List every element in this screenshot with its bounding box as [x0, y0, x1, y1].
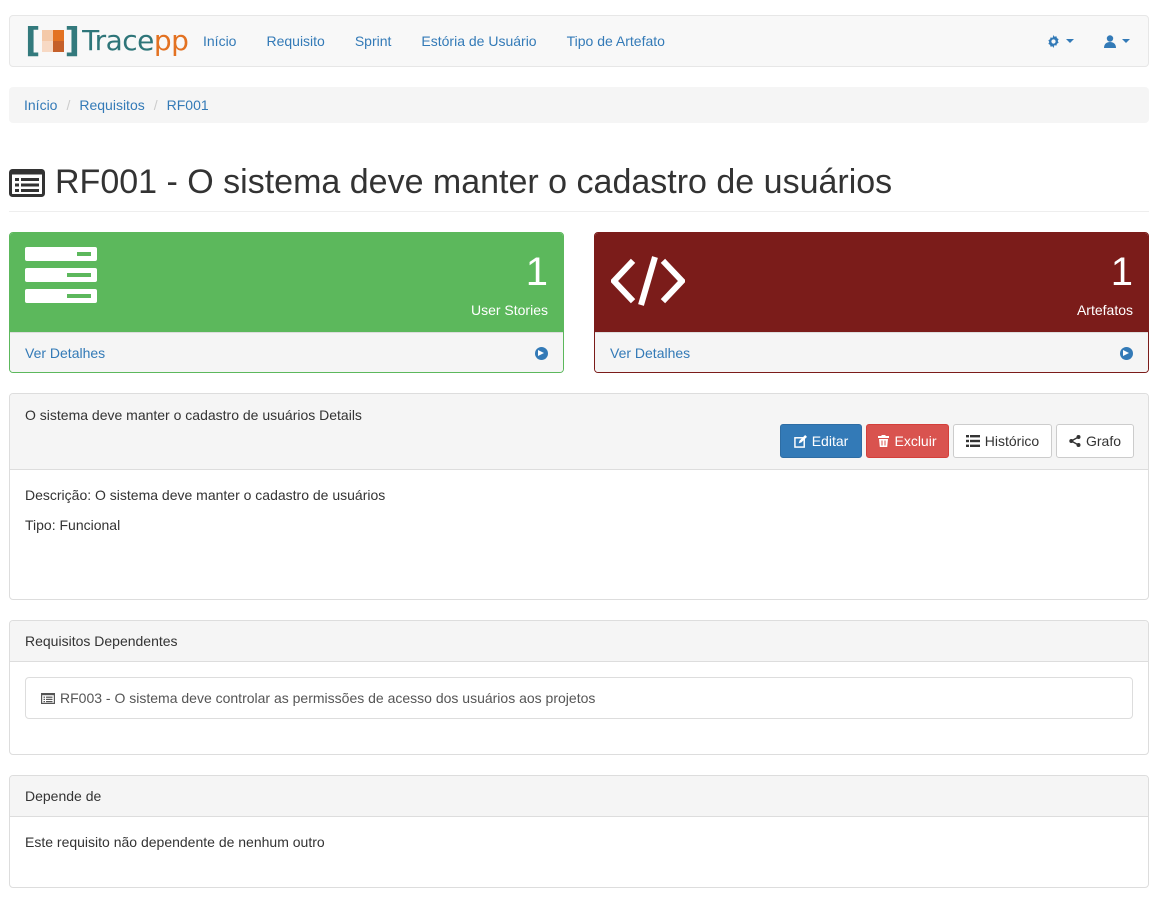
edit-button-label: Editar	[811, 433, 849, 449]
gear-icon	[1048, 34, 1059, 48]
page-title: RF001 - O sistema deve manter o cadastro…	[55, 163, 893, 201]
brand-logo[interactable]: [ ] Tracepp	[25, 21, 189, 61]
nav-link-estoria[interactable]: Estória de Usuário	[406, 16, 551, 66]
history-button-label: Histórico	[984, 433, 1040, 449]
code-icon	[611, 256, 685, 306]
user-stories-count: 1	[525, 250, 548, 294]
trash-icon	[878, 435, 890, 447]
depends-on-heading-text: Depende de	[25, 788, 102, 804]
delete-button-label: Excluir	[894, 433, 937, 449]
share-alt-icon	[1069, 435, 1081, 447]
breadcrumb-separator: /	[153, 97, 158, 113]
brand-bracket-close: ]	[64, 21, 81, 61]
breadcrumb: Início / Requisitos / RF001	[9, 87, 1149, 123]
details-panel-body: Descrição: O sistema deve manter o cadas…	[10, 470, 1148, 599]
user-dropdown[interactable]	[1104, 34, 1130, 48]
dependents-heading-text: Requisitos Dependentes	[25, 633, 178, 649]
user-icon	[1104, 34, 1116, 48]
chevron-down-icon	[1122, 39, 1130, 43]
artefatos-panel: 1 Artefatos Ver Detalhes	[594, 232, 1149, 373]
nav-right	[1047, 16, 1130, 66]
edit-icon	[793, 434, 807, 448]
dependents-panel-body: RF003 - O sistema deve controlar as perm…	[10, 662, 1148, 754]
list-alt-icon	[9, 169, 45, 197]
breadcrumb-item-inicio[interactable]: Início	[24, 97, 57, 113]
list-alt-icon	[41, 692, 55, 704]
chevron-down-icon	[1066, 39, 1074, 43]
page-header: RF001 - O sistema deve manter o cadastro…	[9, 160, 1149, 212]
graph-button[interactable]: Grafo	[1056, 424, 1134, 458]
depends-on-panel-body: Este requisito não dependente de nenhum …	[10, 817, 1148, 887]
brand-mark-icon	[41, 30, 64, 52]
history-button[interactable]: Histórico	[953, 424, 1052, 458]
settings-dropdown[interactable]	[1047, 34, 1074, 48]
dependents-panel-heading: Requisitos Dependentes	[10, 621, 1148, 662]
details-panel: O sistema deve manter o cadastro de usuá…	[9, 393, 1149, 600]
arrow-circle-right-icon	[1120, 346, 1133, 360]
nav-link-sprint[interactable]: Sprint	[340, 16, 407, 66]
nav-link-requisito[interactable]: Requisito	[251, 16, 339, 66]
brand-name-part1: Trace	[82, 24, 154, 57]
brand-name: Tracepp	[82, 22, 189, 60]
delete-button[interactable]: Excluir	[866, 424, 949, 458]
user-stories-details-link[interactable]: Ver Detalhes	[25, 345, 105, 361]
dependents-panel: Requisitos Dependentes RF003 - O sistema…	[9, 620, 1149, 755]
nav-link-tipo-artefato[interactable]: Tipo de Artefato	[552, 16, 680, 66]
artefatos-details-link[interactable]: Ver Detalhes	[610, 345, 690, 361]
breadcrumb-item-requisitos[interactable]: Requisitos	[79, 97, 144, 113]
depends-on-empty-text: Este requisito não dependente de nenhum …	[25, 834, 325, 850]
artefatos-panel-header: 1 Artefatos	[595, 233, 1148, 332]
details-heading-text: O sistema deve manter o cadastro de usuá…	[25, 407, 362, 423]
graph-button-label: Grafo	[1085, 433, 1121, 449]
user-stories-footer[interactable]: Ver Detalhes	[10, 332, 563, 372]
nav-link-inicio[interactable]: Início	[188, 16, 251, 66]
server-icon	[25, 247, 97, 303]
dependent-requirement-label: RF003 - O sistema deve controlar as perm…	[60, 690, 596, 706]
depends-on-panel-heading: Depende de	[10, 776, 1148, 817]
artefatos-count: 1	[1110, 250, 1133, 294]
brand-name-part2: pp	[153, 24, 189, 57]
details-panel-heading: O sistema deve manter o cadastro de usuá…	[10, 394, 1148, 470]
user-stories-label: User Stories	[470, 302, 548, 318]
arrow-circle-right-icon	[535, 346, 548, 360]
user-stories-panel-header: 1 User Stories	[10, 233, 563, 332]
edit-button[interactable]: Editar	[780, 424, 862, 458]
type-text: Tipo: Funcional	[25, 517, 121, 533]
top-navbar: [ ] Tracepp Início Requisito Sprint Estó…	[9, 15, 1149, 67]
artefatos-footer[interactable]: Ver Detalhes	[595, 332, 1148, 372]
list-icon	[965, 435, 980, 447]
breadcrumb-separator: /	[66, 97, 71, 113]
main-nav: Início Requisito Sprint Estória de Usuár…	[188, 16, 680, 66]
dependent-requirement-item[interactable]: RF003 - O sistema deve controlar as perm…	[25, 677, 1133, 719]
user-stories-panel: 1 User Stories Ver Detalhes	[9, 232, 564, 373]
brand-bracket-open: [	[25, 21, 41, 61]
depends-on-panel: Depende de Este requisito não dependente…	[9, 775, 1149, 888]
description-text: Descrição: O sistema deve manter o cadas…	[25, 487, 386, 503]
breadcrumb-item-current[interactable]: RF001	[167, 97, 209, 113]
artefatos-label: Artefatos	[1076, 302, 1133, 318]
